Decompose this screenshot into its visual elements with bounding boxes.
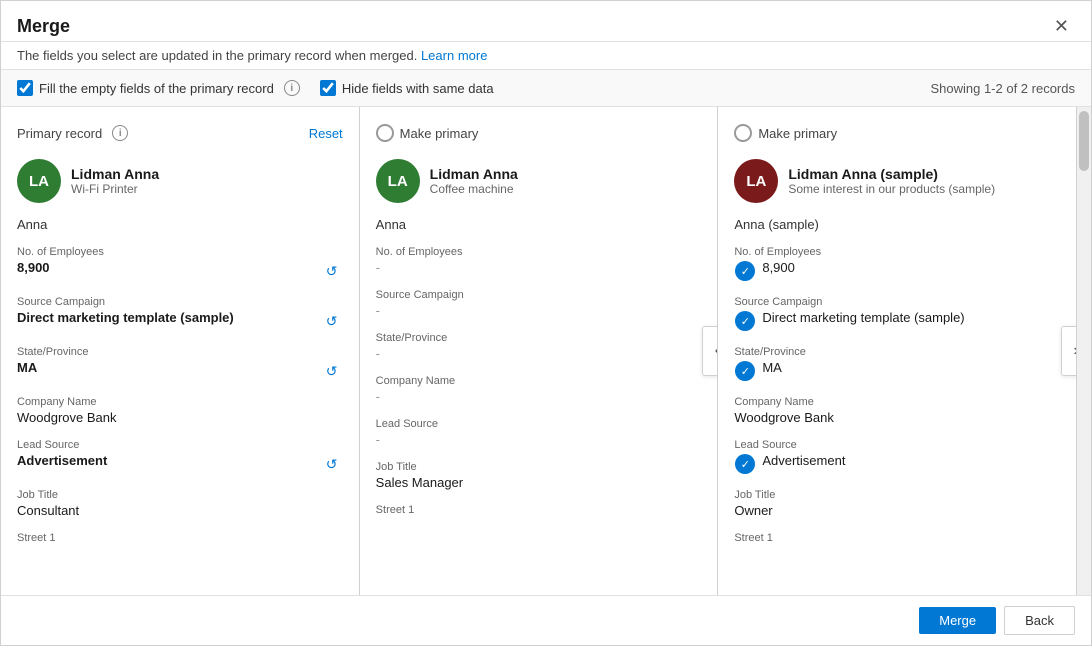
col2-column: Make primary LA Lidman Anna Coffee machi… <box>360 107 719 595</box>
nav-arrow-left[interactable]: ‹ <box>702 326 718 376</box>
col3-source-campaign-field: Source Campaign ✓ Direct marketing templ… <box>734 296 1060 332</box>
merge-button[interactable]: Merge <box>919 607 996 634</box>
col2-employees-field: No. of Employees - <box>376 246 702 275</box>
fill-empty-info-icon[interactable]: i <box>284 80 300 96</box>
back-button[interactable]: Back <box>1004 606 1075 635</box>
subtitle-text: The fields you select are updated in the… <box>17 48 417 63</box>
col3-record-info: Lidman Anna (sample) Some interest in ou… <box>788 166 995 196</box>
col3-header-left: Make primary <box>734 124 837 142</box>
col2-company-field: Company Name - <box>376 375 702 404</box>
fill-empty-option[interactable]: Fill the empty fields of the primary rec… <box>17 80 300 96</box>
col1-job-title-field: Job Title Consultant <box>17 489 343 518</box>
col2-source-campaign-field: Source Campaign - <box>376 289 702 318</box>
learn-more-link[interactable]: Learn more <box>421 48 487 63</box>
col1-state-field: State/Province MA ↺ <box>17 346 343 382</box>
dialog-title: Merge <box>17 16 70 37</box>
col1-header-left: Primary record i <box>17 125 128 141</box>
col3-record-subtitle: Some interest in our products (sample) <box>788 182 995 196</box>
col3-job-title-field: Job Title Owner <box>734 489 1060 518</box>
col2-record-subtitle: Coffee machine <box>430 182 518 196</box>
col3-lead-source-field: Lead Source ✓ Advertisement <box>734 439 1060 475</box>
primary-record-info-icon[interactable]: i <box>112 125 128 141</box>
col2-job-title-field: Job Title Sales Manager <box>376 461 702 490</box>
hide-same-checkbox[interactable] <box>320 80 336 96</box>
col1-lead-source-refresh[interactable]: ↺ <box>321 453 343 475</box>
reset-link[interactable]: Reset <box>309 126 343 141</box>
col1-source-campaign-refresh[interactable]: ↺ <box>321 310 343 332</box>
col1-record-info: Lidman Anna Wi-Fi Printer <box>71 166 159 196</box>
close-button[interactable]: ✕ <box>1048 15 1075 37</box>
col1-company-field: Company Name Woodgrove Bank <box>17 396 343 425</box>
primary-record-label: Primary record <box>17 126 102 141</box>
col1-street1-field: Street 1 <box>17 532 343 544</box>
col3-record-name: Lidman Anna (sample) <box>788 166 995 182</box>
col3-source-campaign-check: ✓ <box>734 310 756 332</box>
col3-first-name: Anna (sample) <box>734 217 1060 232</box>
col2-avatar: LA <box>376 159 420 203</box>
col3-avatar: LA <box>734 159 778 203</box>
fill-empty-label: Fill the empty fields of the primary rec… <box>39 81 274 96</box>
col2-header: Make primary <box>376 119 702 147</box>
col3-column: Make primary LA Lidman Anna (sample) Som… <box>718 107 1077 595</box>
col3-street1-field: Street 1 <box>734 532 1060 544</box>
col2-header-label: Make primary <box>400 126 479 141</box>
dialog-subtitle: The fields you select are updated in the… <box>1 42 1091 70</box>
fill-empty-checkbox[interactable] <box>17 80 33 96</box>
hide-same-label: Hide fields with same data <box>342 81 494 96</box>
col1-header: Primary record i Reset <box>17 119 343 147</box>
col2-radio[interactable] <box>376 124 394 142</box>
dialog-header: Merge ✕ <box>1 1 1091 42</box>
scrollbar-thumb <box>1079 111 1089 171</box>
options-left: Fill the empty fields of the primary rec… <box>17 80 494 96</box>
col2-state-field: State/Province - <box>376 332 702 361</box>
col1-first-name: Anna <box>17 217 343 232</box>
col3-state-field: State/Province ✓ MA <box>734 346 1060 382</box>
col3-employees-check: ✓ <box>734 260 756 282</box>
col1-record-subtitle: Wi-Fi Printer <box>71 182 159 196</box>
col1-lead-source-field: Lead Source Advertisement ↺ <box>17 439 343 475</box>
col2-record-info: Lidman Anna Coffee machine <box>430 166 518 196</box>
col3-lead-source-check: ✓ <box>734 453 756 475</box>
col3-header: Make primary <box>734 119 1060 147</box>
nav-arrow-right[interactable]: › <box>1061 326 1077 376</box>
col2-record-name: Lidman Anna <box>430 166 518 182</box>
col1-source-campaign-field: Source Campaign Direct marketing templat… <box>17 296 343 332</box>
col2-lead-source-field: Lead Source - <box>376 418 702 447</box>
col1-state-refresh[interactable]: ↺ <box>321 360 343 382</box>
merge-dialog: Merge ✕ The fields you select are update… <box>0 0 1092 646</box>
col1-record-name: Lidman Anna <box>71 166 159 182</box>
dialog-footer: Merge Back <box>1 595 1091 645</box>
col3-header-label: Make primary <box>758 126 837 141</box>
col1-avatar: LA <box>17 159 61 203</box>
col2-first-name: Anna <box>376 217 702 232</box>
col1-record-card: LA Lidman Anna Wi-Fi Printer <box>17 159 343 203</box>
scrollbar[interactable] <box>1077 107 1091 595</box>
col1-employees-field: No. of Employees 8,900 ↺ <box>17 246 343 282</box>
col3-company-field: Company Name Woodgrove Bank <box>734 396 1060 425</box>
dialog-body: Primary record i Reset LA Lidman Anna Wi… <box>1 107 1091 595</box>
options-bar: Fill the empty fields of the primary rec… <box>1 70 1091 107</box>
col1-employees-refresh[interactable]: ↺ <box>321 260 343 282</box>
col3-employees-field: No. of Employees ✓ 8,900 <box>734 246 1060 282</box>
primary-record-column: Primary record i Reset LA Lidman Anna Wi… <box>1 107 360 595</box>
col2-record-card: LA Lidman Anna Coffee machine <box>376 159 702 203</box>
col3-record-card: LA Lidman Anna (sample) Some interest in… <box>734 159 1060 203</box>
col3-state-check: ✓ <box>734 360 756 382</box>
hide-same-option[interactable]: Hide fields with same data <box>320 80 494 96</box>
col2-street1-field: Street 1 <box>376 504 702 516</box>
showing-text: Showing 1-2 of 2 records <box>930 81 1075 96</box>
col3-radio[interactable] <box>734 124 752 142</box>
col2-header-left: Make primary <box>376 124 479 142</box>
